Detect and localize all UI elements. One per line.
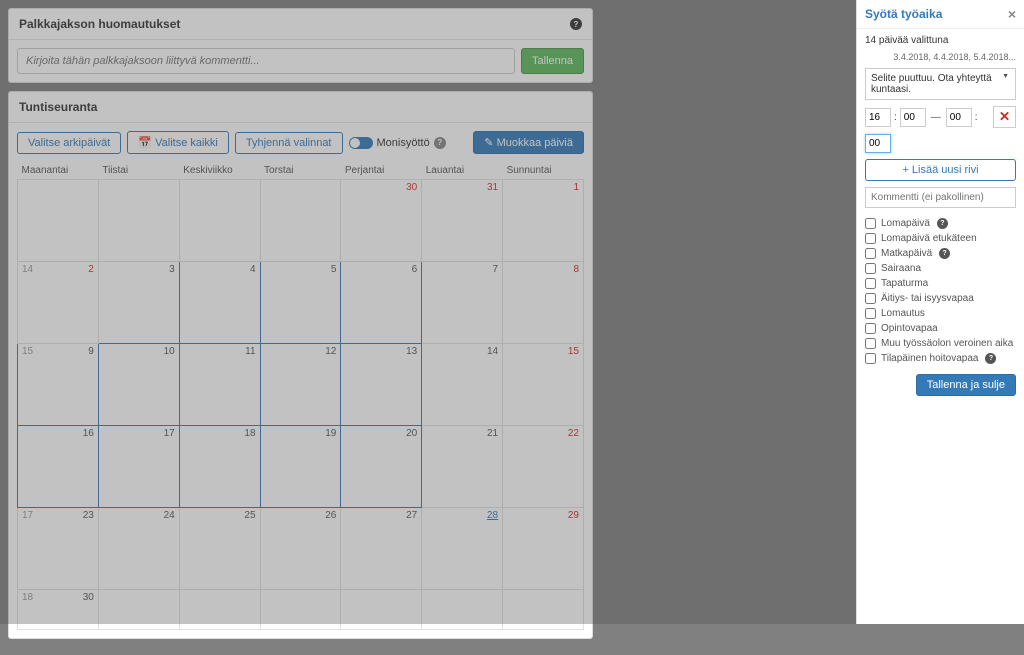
- check-option[interactable]: Tapaturma: [865, 278, 1016, 289]
- help-icon[interactable]: ?: [937, 218, 948, 229]
- start-min[interactable]: [900, 108, 926, 127]
- add-row-button[interactable]: + Lisää uusi rivi: [865, 159, 1016, 181]
- save-close-button[interactable]: Tallenna ja sulje: [916, 374, 1016, 396]
- check-option[interactable]: Matkapäivä?: [865, 248, 1016, 259]
- help-icon[interactable]: ?: [939, 248, 950, 259]
- selected-dates: 3.4.2018, 4.4.2018, 5.4.2018...: [865, 52, 1016, 62]
- check-option[interactable]: Muu työssäolon veroinen aika: [865, 338, 1016, 349]
- check-option[interactable]: Sairaana: [865, 263, 1016, 274]
- help-icon[interactable]: ?: [985, 353, 996, 364]
- selected-count: 14 päivää valittuna: [865, 35, 1016, 46]
- drawer-comment[interactable]: [865, 187, 1016, 208]
- check-option[interactable]: Lomapäivä etukäteen: [865, 233, 1016, 244]
- check-option[interactable]: Tilapäinen hoitovapaa?: [865, 353, 1016, 364]
- check-option[interactable]: Lomautus: [865, 308, 1016, 319]
- check-option[interactable]: Lomapäivä?: [865, 218, 1016, 229]
- check-option[interactable]: Äitiys- tai isyysvapaa: [865, 293, 1016, 304]
- checkbox-list: Lomapäivä? Lomapäivä etukäteen Matkapäivä?…: [865, 218, 1016, 364]
- start-hour[interactable]: [865, 108, 891, 127]
- remove-row-button[interactable]: ✕: [993, 106, 1016, 128]
- description-select[interactable]: Selite puuttuu. Ota yhteyttä kuntaasi.: [865, 68, 1016, 100]
- check-option[interactable]: Opintovapaa: [865, 323, 1016, 334]
- end-hour[interactable]: [946, 108, 972, 127]
- drawer-title: Syötä työaika: [865, 7, 942, 21]
- time-entry-drawer: Syötä työaika × 14 päivää valittuna 3.4.…: [856, 0, 1024, 624]
- end-min[interactable]: [865, 134, 891, 153]
- close-icon[interactable]: ×: [1008, 6, 1016, 22]
- time-row: : — : ✕: [865, 106, 1016, 128]
